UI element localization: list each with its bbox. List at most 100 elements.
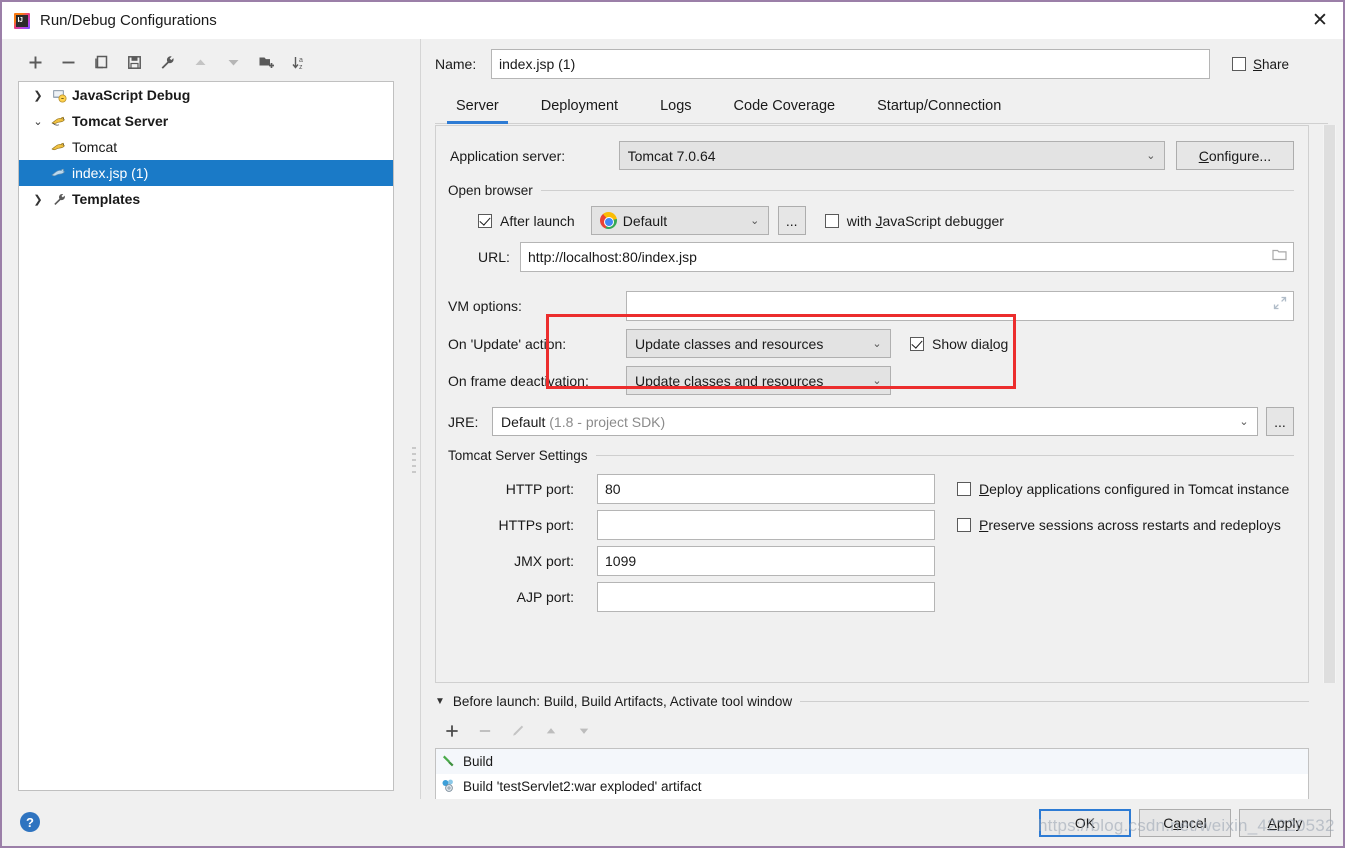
show-dialog-checkbox[interactable] bbox=[910, 336, 924, 351]
url-label: URL: bbox=[478, 249, 510, 265]
application-server-combo[interactable]: Tomcat 7.0.64 ⌄ bbox=[618, 141, 1165, 170]
wrench-icon[interactable] bbox=[151, 47, 184, 77]
list-item[interactable]: Build bbox=[436, 749, 1308, 774]
deploy-applications-checkbox[interactable] bbox=[957, 482, 971, 496]
configuration-editor-panel: Name: Share Server Deployment Logs Code … bbox=[421, 39, 1342, 801]
before-launch-toolbar bbox=[435, 716, 600, 746]
chevron-down-icon[interactable]: ⌄ bbox=[1138, 149, 1164, 162]
on-frame-deactivation-row: On frame deactivation: Update classes an… bbox=[448, 366, 891, 395]
configure-button[interactable]: Configure... bbox=[1175, 141, 1294, 170]
open-browser-group-text: Open browser bbox=[448, 183, 533, 198]
vm-options-input[interactable] bbox=[626, 291, 1294, 321]
scrollbar-thumb[interactable] bbox=[1324, 125, 1335, 683]
tree-item-index-jsp[interactable]: index.jsp (1) bbox=[19, 160, 393, 186]
on-update-action-combo[interactable]: Update classes and resources ⌄ bbox=[626, 329, 891, 358]
title-bar: IJ Run/Debug Configurations ✕ bbox=[2, 2, 1343, 39]
share-checkbox[interactable]: Share bbox=[1232, 57, 1328, 72]
save-icon[interactable] bbox=[118, 47, 151, 77]
http-port-label: HTTP port: bbox=[505, 481, 574, 497]
group-divider-line bbox=[595, 455, 1294, 456]
arrow-up-icon[interactable] bbox=[184, 47, 217, 77]
browser-settings-button[interactable]: ... bbox=[777, 206, 806, 235]
tab-server[interactable]: Server bbox=[435, 98, 520, 124]
tree-item-templates[interactable]: ❯ Templates bbox=[19, 186, 393, 212]
url-input[interactable] bbox=[520, 242, 1294, 272]
share-checkbox-box[interactable] bbox=[1232, 57, 1246, 71]
tab-startup-connection[interactable]: Startup/Connection bbox=[856, 98, 1022, 123]
before-launch-move-up-button[interactable] bbox=[534, 716, 567, 746]
deploy-applications-label: Deploy applications configured in Tomcat… bbox=[979, 481, 1290, 497]
preserve-sessions-checkbox[interactable] bbox=[957, 518, 971, 532]
chevron-down-icon[interactable]: ⌄ bbox=[864, 337, 890, 350]
before-launch-remove-button[interactable] bbox=[468, 716, 501, 746]
tree-item-javascript-debug[interactable]: ❯ JavaScript Debug bbox=[19, 82, 393, 108]
url-row: URL: bbox=[478, 242, 1294, 272]
configurations-tree[interactable]: ❯ JavaScript Debug ⌄ Tomcat Server Tomca… bbox=[18, 81, 394, 791]
splitter-grip-icon[interactable] bbox=[412, 447, 417, 481]
name-label: Name: bbox=[435, 56, 477, 72]
before-launch-header-label: Before launch: Build, Build Artifacts, A… bbox=[452, 694, 793, 709]
close-icon[interactable]: ✕ bbox=[1297, 2, 1343, 39]
group-divider-line bbox=[800, 701, 1309, 702]
share-label: Share bbox=[1253, 56, 1290, 72]
list-item-label: Build 'testServlet2:war exploded' artifa… bbox=[463, 779, 702, 794]
on-update-action-value: Update classes and resources bbox=[635, 335, 824, 352]
on-frame-deactivation-combo[interactable]: Update classes and resources ⌄ bbox=[626, 366, 891, 395]
panel-splitter[interactable] bbox=[409, 39, 420, 799]
jre-combo[interactable]: Default (1.8 - project SDK) ⌄ bbox=[492, 407, 1258, 436]
copy-icon[interactable] bbox=[85, 47, 118, 77]
before-launch-list[interactable]: Build Build 'testServlet2:war exploded' … bbox=[435, 748, 1309, 801]
intellij-idea-icon: IJ bbox=[13, 12, 31, 30]
folder-add-icon[interactable] bbox=[250, 47, 283, 77]
group-divider-line bbox=[540, 190, 1294, 191]
tree-item-tomcat[interactable]: Tomcat bbox=[19, 134, 393, 160]
collapse-triangle-icon[interactable]: ▼ bbox=[435, 696, 445, 707]
jre-label: JRE: bbox=[448, 413, 479, 430]
browse-folder-icon[interactable] bbox=[1272, 248, 1287, 264]
after-launch-checkbox[interactable] bbox=[478, 213, 492, 228]
configure-button-label: Configure... bbox=[1198, 147, 1272, 164]
tab-code-coverage[interactable]: Code Coverage bbox=[713, 98, 857, 123]
http-port-field[interactable] bbox=[597, 474, 935, 504]
open-browser-group-label: Open browser bbox=[448, 183, 1294, 198]
https-port-label: HTTPs port: bbox=[498, 517, 574, 533]
name-input[interactable] bbox=[491, 49, 1210, 79]
https-port-field[interactable] bbox=[597, 510, 935, 540]
chevron-down-icon[interactable]: ⌄ bbox=[742, 214, 768, 227]
tomcat-icon bbox=[49, 114, 69, 128]
jre-browse-button[interactable]: ... bbox=[1266, 407, 1294, 436]
vm-options-row: VM options: bbox=[448, 291, 1294, 321]
remove-configuration-button[interactable] bbox=[52, 47, 85, 77]
browser-select-value: Default bbox=[622, 212, 668, 229]
browser-select-combo[interactable]: Default ⌄ bbox=[590, 206, 769, 235]
before-launch-edit-button[interactable] bbox=[501, 716, 534, 746]
tree-item-tomcat-server[interactable]: ⌄ Tomcat Server bbox=[19, 108, 393, 134]
before-launch-header: ▼ Before launch: Build, Build Artifacts,… bbox=[435, 694, 1309, 709]
after-launch-row: After launch Default ⌄ ... with JavaScri… bbox=[478, 206, 1004, 235]
js-debugger-checkbox[interactable] bbox=[824, 213, 839, 228]
ajp-port-field[interactable] bbox=[597, 582, 935, 612]
before-launch-add-button[interactable] bbox=[435, 716, 468, 746]
chevron-down-icon[interactable]: ⌄ bbox=[27, 115, 49, 128]
jmx-port-field[interactable] bbox=[597, 546, 935, 576]
after-launch-label: After launch bbox=[500, 212, 575, 229]
chrome-icon bbox=[599, 212, 617, 229]
chevron-down-icon[interactable]: ⌄ bbox=[1231, 415, 1257, 428]
sort-az-icon[interactable]: a z bbox=[283, 47, 316, 77]
jmx-port-row: JMX port: bbox=[474, 546, 935, 576]
help-button[interactable]: ? bbox=[20, 812, 40, 832]
tree-item-label: Tomcat Server bbox=[72, 113, 169, 129]
arrow-down-icon[interactable] bbox=[217, 47, 250, 77]
tab-logs[interactable]: Logs bbox=[639, 98, 712, 123]
add-configuration-button[interactable] bbox=[19, 47, 52, 77]
chevron-down-icon[interactable]: ⌄ bbox=[864, 374, 890, 387]
before-launch-move-down-button[interactable] bbox=[567, 716, 600, 746]
tab-deployment[interactable]: Deployment bbox=[520, 98, 639, 123]
chevron-right-icon[interactable]: ❯ bbox=[27, 193, 49, 206]
server-pane-scrollbar[interactable] bbox=[1323, 125, 1336, 683]
chevron-right-icon[interactable]: ❯ bbox=[27, 89, 49, 102]
ajp-port-label: AJP port: bbox=[516, 589, 574, 605]
configuration-tabs[interactable]: Server Deployment Logs Code Coverage Sta… bbox=[435, 89, 1328, 124]
expand-diagonal-icon[interactable] bbox=[1273, 296, 1287, 313]
list-item[interactable]: Build 'testServlet2:war exploded' artifa… bbox=[436, 774, 1308, 799]
